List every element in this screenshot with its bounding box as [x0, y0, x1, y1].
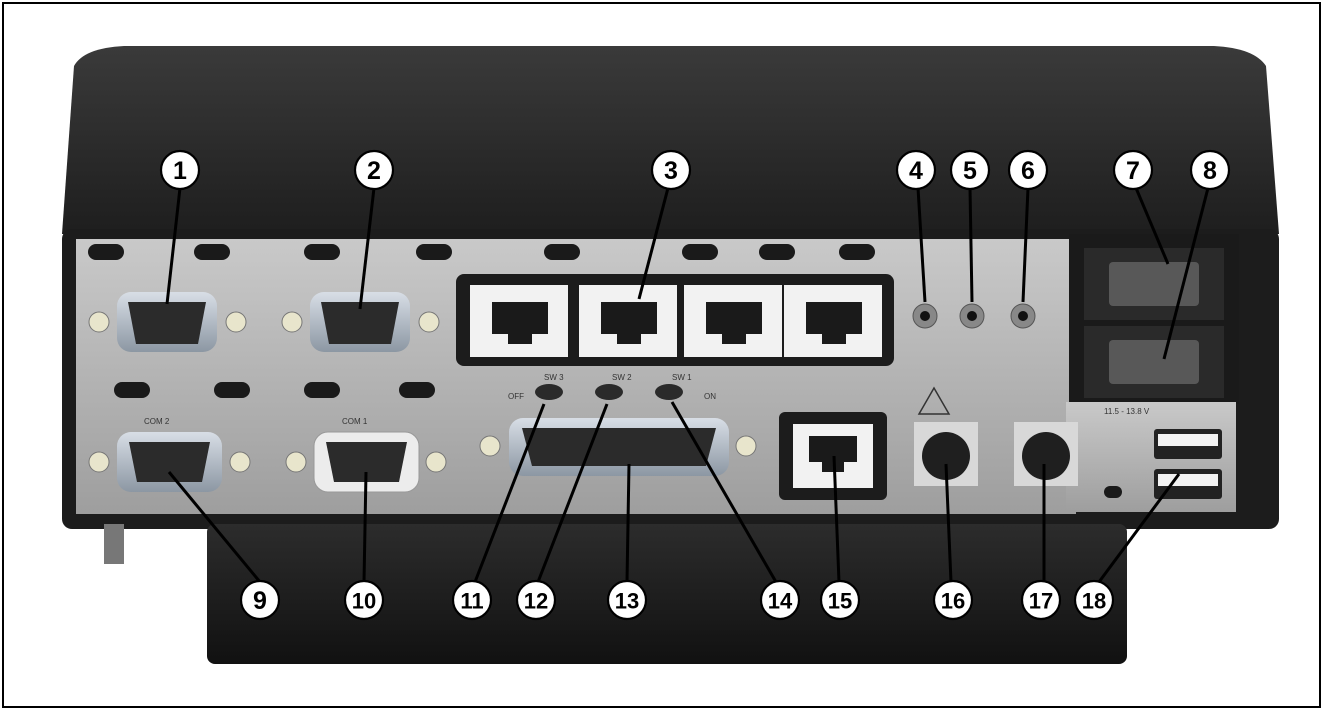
callout-18: 18	[1073, 579, 1115, 621]
svg-text:11: 11	[460, 589, 483, 614]
svg-text:14: 14	[768, 589, 793, 614]
lan-port-connector	[779, 412, 887, 500]
svg-text:18: 18	[1082, 589, 1106, 614]
sw2-label: SW 2	[612, 373, 632, 382]
callout-14: 14	[759, 579, 801, 621]
svg-text:3: 3	[664, 157, 678, 185]
svg-text:8: 8	[1203, 157, 1217, 185]
svg-text:1: 1	[173, 157, 187, 185]
on-label: ON	[704, 392, 716, 401]
svg-text:17: 17	[1029, 589, 1053, 614]
svg-text:10: 10	[352, 589, 376, 614]
callout-6: 6	[1007, 149, 1049, 191]
callout-15: 15	[819, 579, 861, 621]
callout-2: 2	[353, 149, 395, 191]
svg-text:5: 5	[963, 157, 977, 185]
callout-5: 5	[949, 149, 991, 191]
parallel-port-connector	[479, 418, 757, 476]
svg-text:7: 7	[1126, 157, 1140, 185]
dc-power-sockets: 11.5 - 13.8 V	[1084, 248, 1224, 416]
callout-4: 4	[895, 149, 937, 191]
figure-frame: COM 2 COM 1 SW 3 SW 2 SW 1 OFF ON 11.5 -…	[2, 2, 1321, 708]
callout-3: 3	[650, 149, 692, 191]
callout-7: 7	[1112, 149, 1154, 191]
svg-text:16: 16	[941, 589, 965, 614]
svg-text:2: 2	[367, 157, 381, 185]
callout-12: 12	[515, 579, 557, 621]
callout-1: 1	[159, 149, 201, 191]
svg-text:9: 9	[253, 587, 267, 615]
sw3-label: SW 3	[544, 373, 564, 382]
callout-11: 11	[451, 579, 493, 621]
callout-9: 9	[239, 579, 281, 621]
callout-13: 13	[606, 579, 648, 621]
power-rating-label: 11.5 - 13.8 V	[1104, 407, 1150, 416]
svg-text:12: 12	[524, 589, 548, 614]
svg-text:4: 4	[909, 157, 923, 185]
device-rear-panel-figure: COM 2 COM 1 SW 3 SW 2 SW 1 OFF ON 11.5 -…	[62, 46, 1279, 664]
sw1-label: SW 1	[672, 373, 692, 382]
callout-17: 17	[1020, 579, 1062, 621]
callout-10: 10	[343, 579, 385, 621]
svg-text:13: 13	[615, 589, 639, 614]
callout-16: 16	[932, 579, 974, 621]
svg-text:6: 6	[1021, 157, 1035, 185]
ethernet-switch-ports	[456, 274, 894, 366]
com2-label: COM 2	[144, 417, 170, 426]
off-label: OFF	[508, 392, 524, 401]
com1-label: COM 1	[342, 417, 368, 426]
callout-8: 8	[1189, 149, 1231, 191]
svg-text:15: 15	[828, 589, 852, 614]
